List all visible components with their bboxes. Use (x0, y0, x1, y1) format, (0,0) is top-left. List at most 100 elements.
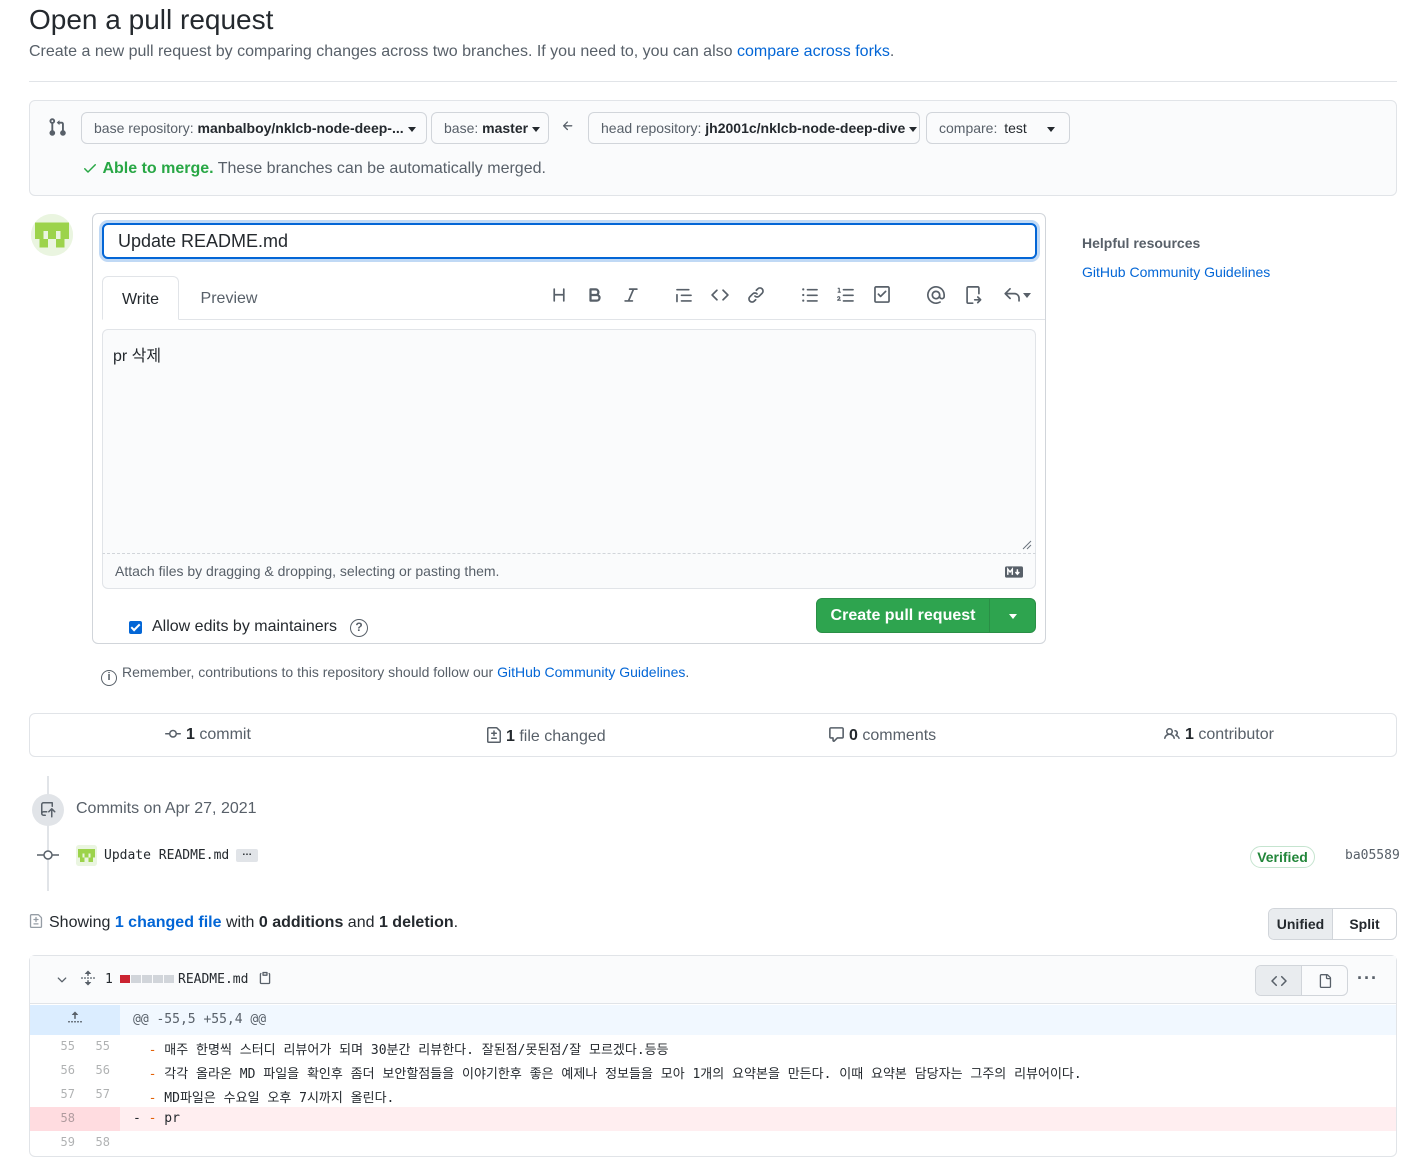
contributors-count: 1 (1185, 726, 1194, 743)
contribution-reminder: i Remember, contributions to this reposit… (101, 664, 689, 686)
reminder-text: Remember, contributions to this reposito… (122, 664, 494, 680)
commits-label: commit (199, 726, 251, 743)
rich-diff-button[interactable] (1302, 966, 1347, 995)
create-options-dropdown[interactable] (989, 598, 1036, 633)
page-title: Open a pull request (29, 4, 274, 35)
avatar[interactable] (31, 214, 73, 256)
tab-preview[interactable]: Preview (191, 276, 267, 320)
reply-icon[interactable] (1000, 283, 1034, 307)
helpful-resources-title: Helpful resources (1082, 235, 1201, 251)
commits-tab[interactable]: 1 commit (164, 726, 251, 744)
unified-view-button[interactable]: Unified (1269, 909, 1333, 939)
commit-message-link[interactable]: Update README.md (104, 848, 229, 863)
comments-tab[interactable]: 0 comments (828, 726, 936, 745)
base-branch-select[interactable]: base: master (431, 112, 549, 144)
old-line-number[interactable]: 58 (30, 1111, 75, 1125)
chevron-down-icon (909, 126, 918, 132)
merge-status: Able to merge. These branches can be aut… (82, 160, 546, 178)
copy-icon[interactable] (258, 970, 272, 986)
expand-up-button[interactable] (30, 1005, 120, 1035)
merge-ok-text: Able to merge. (102, 160, 214, 177)
code-text: 매주 한명씩 스터디 리뷰어가 되며 30분간 리뷰한다. 잘된점/못된점/잘 … (156, 1043, 669, 1058)
compare-across-forks-link[interactable]: compare across forks (737, 43, 890, 60)
contributors-label: contributor (1198, 726, 1274, 743)
commit-sha-link[interactable]: ba05589 (1345, 848, 1400, 863)
diffstat-deletion-block (120, 975, 130, 983)
markdown-icon[interactable] (1005, 565, 1023, 578)
base-repository-select[interactable]: base repository: manbalboy/nklcb-node-de… (81, 112, 427, 144)
cross-reference-icon[interactable] (961, 283, 985, 307)
commits-count: 1 (186, 726, 195, 743)
contributors-tab[interactable]: 1 contributor (1163, 726, 1274, 744)
tab-write[interactable]: Write (102, 276, 179, 320)
file-name-link[interactable]: README.md (178, 972, 248, 987)
italic-icon[interactable] (619, 283, 643, 307)
head-repository-select[interactable]: head repository: jh2001c/nklcb-node-deep… (588, 112, 920, 144)
base-repository-value: manbalboy/nklcb-node-deep-... (197, 120, 404, 136)
heading-icon[interactable] (547, 283, 571, 307)
diff-line-deleted: 58 - - pr (30, 1107, 1396, 1131)
commit-author-avatar[interactable] (76, 845, 97, 866)
resize-handle-icon[interactable] (1020, 537, 1032, 550)
pr-body-textarea[interactable]: pr 삭제 (102, 329, 1036, 553)
diff-summary: Showing 1 changed file with 0 additions … (29, 913, 458, 932)
bold-icon[interactable] (583, 283, 607, 307)
chevron-down-icon (1023, 292, 1031, 298)
split-view-button[interactable]: Split (1333, 909, 1396, 939)
bullet-list-icon[interactable] (798, 283, 822, 307)
kebab-menu-icon[interactable]: ··· (1357, 968, 1378, 989)
task-list-icon[interactable] (870, 283, 894, 307)
expand-up-icon (68, 1011, 82, 1023)
code-text: 각각 올라온 MD 파일을 확인후 좀더 보안할점들을 이야기한후 좋은 예제나… (156, 1067, 1082, 1082)
chevron-down-icon (1009, 614, 1017, 619)
changed-files-link[interactable]: 1 changed file (115, 914, 222, 931)
page-subtitle: Create a new pull request by comparing c… (29, 43, 894, 61)
mention-icon[interactable] (924, 283, 948, 307)
file-view-toggle (1255, 965, 1348, 996)
sidebar-community-guidelines-link[interactable]: GitHub Community Guidelines (1082, 264, 1270, 280)
git-commit-icon (37, 847, 59, 863)
question-icon[interactable]: ? (350, 619, 368, 637)
code-icon[interactable] (708, 283, 732, 307)
subtitle-period: . (889, 43, 895, 60)
code-icon (1270, 975, 1287, 986)
additions-count: 0 additions (258, 914, 344, 931)
expand-commit-button[interactable]: … (236, 848, 258, 862)
info-icon: i (101, 670, 117, 686)
chevron-down-icon (532, 126, 541, 132)
verified-badge[interactable]: Verified (1250, 846, 1315, 868)
diff-line: 57 57 - MD파일은 수요일 오후 7시까지 올린다. (30, 1083, 1396, 1107)
source-diff-button[interactable] (1256, 966, 1302, 995)
new-line-number[interactable]: 56 (65, 1063, 110, 1077)
community-guidelines-link[interactable]: GitHub Community Guidelines (497, 664, 685, 680)
code-text: pr (156, 1111, 180, 1126)
new-line-number[interactable]: 55 (65, 1039, 110, 1053)
link-icon[interactable] (744, 283, 768, 307)
diff-code: - 각각 올라온 MD 파일을 확인후 좀더 보안할점들을 이야기한후 좋은 예… (133, 1063, 1082, 1082)
new-line-number[interactable]: 58 (65, 1135, 110, 1149)
pr-title-input[interactable] (102, 223, 1037, 259)
allow-edits-checkbox[interactable] (129, 621, 142, 634)
unfold-icon[interactable] (80, 969, 96, 987)
compare-branch-value: test (1004, 120, 1027, 136)
chevron-down-icon[interactable] (55, 973, 69, 987)
attach-files-zone[interactable]: Attach files by dragging & dropping, sel… (102, 553, 1036, 589)
quote-icon[interactable] (672, 283, 696, 307)
compare-branch-label: compare: (939, 120, 998, 136)
comments-label: comments (862, 727, 937, 744)
diffstat-neutral-block (131, 975, 141, 983)
diff-line: 59 58 (30, 1131, 1396, 1155)
new-line-number[interactable]: 57 (65, 1087, 110, 1101)
diffstat-neutral-block (164, 975, 174, 983)
showing-with: with (225, 914, 255, 931)
commits-date: Commits on Apr 27, 2021 (76, 800, 257, 817)
check-icon (84, 164, 96, 173)
compare-branch-select[interactable]: compare: test (926, 112, 1070, 144)
create-pull-request-button[interactable]: Create pull request (816, 598, 990, 633)
numbered-list-icon[interactable] (834, 283, 858, 307)
comments-count: 0 (849, 727, 858, 744)
allow-edits-label[interactable]: Allow edits by maintainers (152, 618, 337, 636)
files-count: 1 (506, 728, 515, 745)
diff-line: 55 55 - 매주 한명씩 스터디 리뷰어가 되며 30분간 리뷰한다. 잘된… (30, 1035, 1396, 1059)
files-changed-tab[interactable]: 1 file changed (486, 726, 606, 746)
